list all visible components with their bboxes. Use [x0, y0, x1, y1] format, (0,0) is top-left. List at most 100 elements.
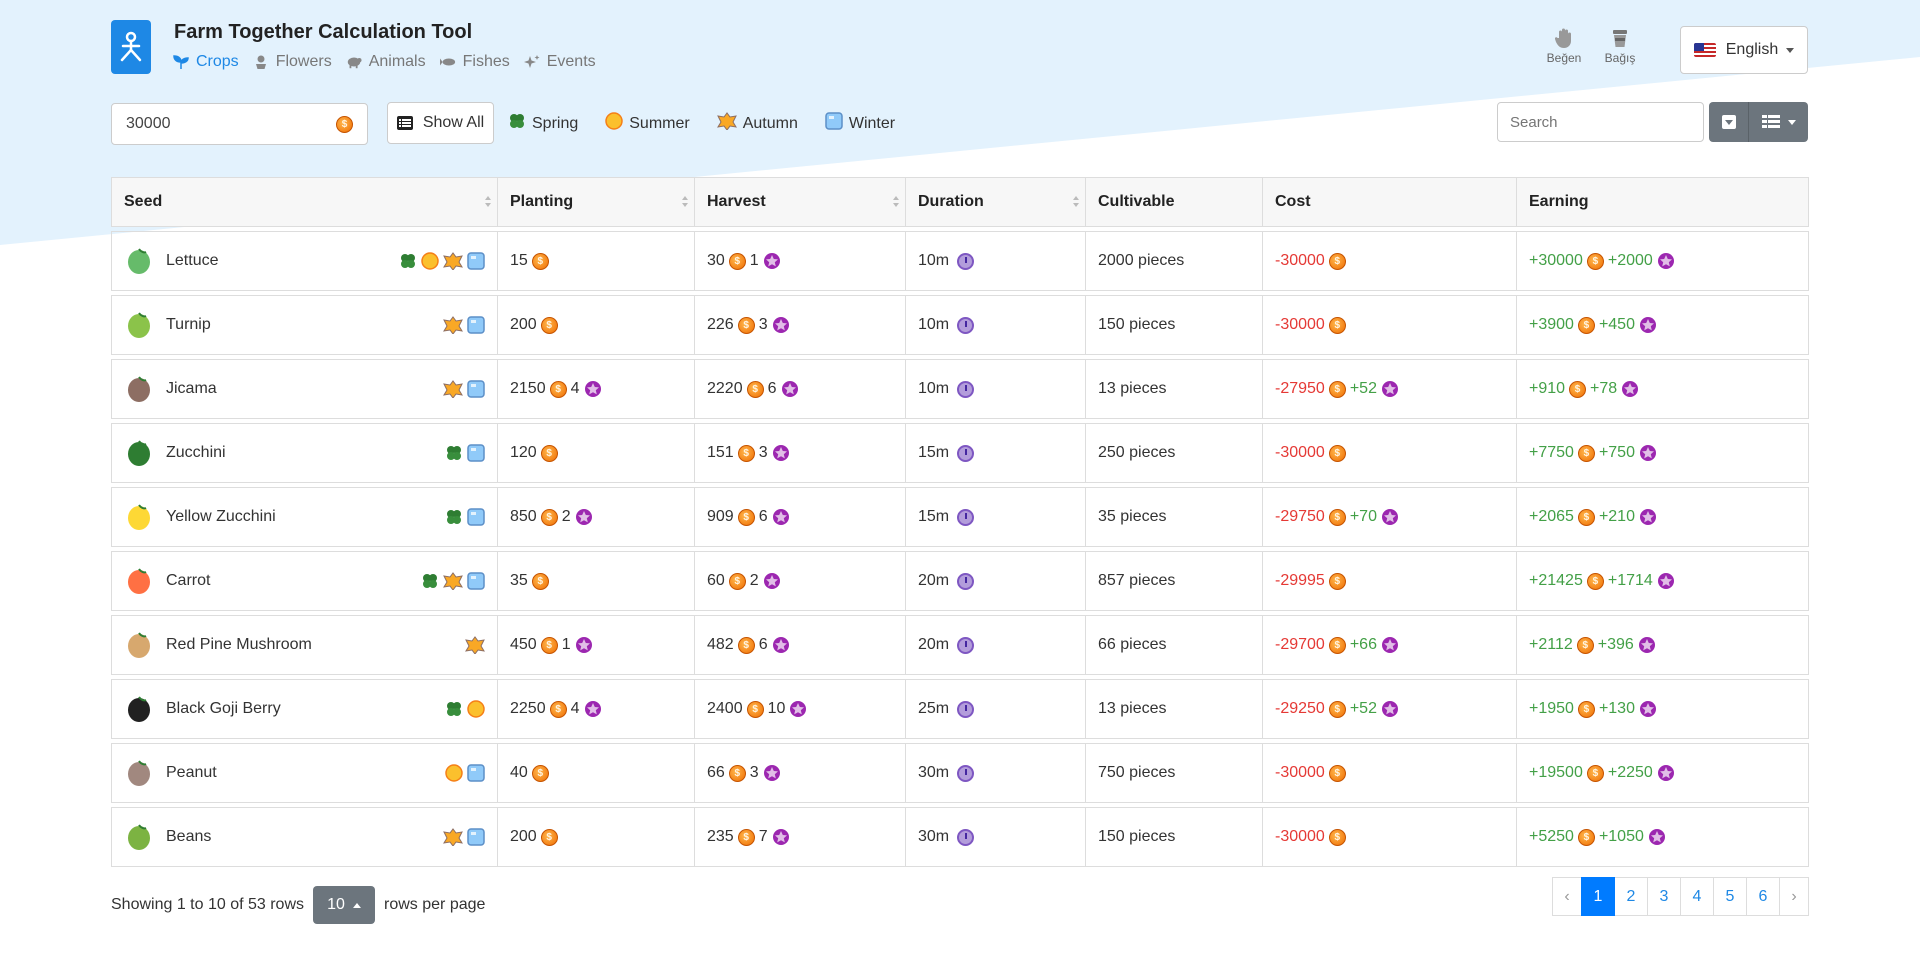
search-input[interactable]: [1497, 102, 1704, 142]
seed-image-icon: [124, 758, 154, 788]
page-button[interactable]: 6: [1746, 877, 1780, 916]
cultivable-cell: 13 pieces: [1086, 679, 1263, 739]
clock-icon: [957, 252, 975, 270]
nav-events[interactable]: Events: [523, 53, 596, 71]
nav-fishes[interactable]: Fishes: [439, 53, 510, 71]
header-planting[interactable]: Planting: [498, 177, 695, 227]
spring-clover-icon: [423, 574, 437, 588]
page-size-dropdown[interactable]: 10: [313, 886, 376, 924]
main-nav: Crops Flowers Animals Fishes Events: [173, 53, 610, 71]
cost-cell: -29700+66: [1263, 615, 1517, 675]
page-button[interactable]: 3: [1647, 877, 1681, 916]
gem-icon: [1648, 829, 1665, 845]
season-spring[interactable]: Spring: [508, 112, 578, 135]
duration-cell: 20m: [906, 551, 1086, 611]
spring-clover-icon: [401, 254, 415, 268]
gem-icon: [781, 381, 798, 397]
clock-icon: [957, 700, 975, 718]
gem-icon: [584, 701, 601, 717]
donate-button[interactable]: Bağış: [1600, 28, 1640, 65]
clock-icon: [957, 380, 975, 398]
season-winter[interactable]: Winter: [825, 112, 895, 135]
show-all-label: Show All: [422, 114, 485, 131]
coin-icon: [1328, 380, 1346, 398]
harvest-cell: 9096: [695, 487, 906, 547]
show-all-button[interactable]: Show All: [387, 102, 494, 144]
seed-cell: Red Pine Mushroom: [111, 615, 498, 675]
coin-icon: [728, 764, 746, 782]
season-icons: [421, 572, 485, 590]
coin-icon: [1328, 572, 1346, 590]
seed-cell: Black Goji Berry: [111, 679, 498, 739]
autumn-leaf-icon: [716, 112, 737, 135]
page-button[interactable]: 1: [1581, 877, 1615, 916]
like-label: Beğen: [1546, 51, 1582, 65]
pagination: ‹ 1 2 3 4 5 6 ›: [1552, 877, 1809, 916]
season-summer[interactable]: Summer: [605, 112, 690, 135]
nav-crops[interactable]: Crops: [173, 53, 239, 71]
season-icons: [445, 444, 485, 462]
coin-icon: [1328, 764, 1346, 782]
seed-image-icon: [124, 310, 154, 340]
cultivable-cell: 150 pieces: [1086, 807, 1263, 867]
cost-cell: -30000: [1263, 807, 1517, 867]
cost-cell: -27950+52: [1263, 359, 1517, 419]
seed-image-icon: [124, 822, 154, 852]
columns-dropdown-button[interactable]: [1749, 102, 1808, 142]
nav-animals[interactable]: Animals: [346, 53, 426, 71]
spring-clover-icon: [447, 446, 461, 460]
toolbar: 30000 Show All Spring Summer Autumn Wint…: [110, 90, 1810, 175]
season-icons: [445, 508, 485, 526]
toggle-detail-button[interactable]: [1709, 102, 1749, 142]
coin-icon: [1586, 572, 1604, 590]
header-cultivable: Cultivable: [1086, 177, 1263, 227]
winter-ice-icon: [467, 252, 485, 270]
prev-page-button[interactable]: ‹: [1552, 877, 1582, 916]
planting-cell: 15: [498, 231, 695, 291]
header-seed[interactable]: Seed: [111, 177, 498, 227]
coin-icon: [540, 444, 558, 462]
duration-cell: 15m: [906, 423, 1086, 483]
page-button[interactable]: 2: [1614, 877, 1648, 916]
gem-icon: [1657, 765, 1674, 781]
gem-icon: [772, 637, 789, 653]
table-row: Beans 200235730m150 pieces-30000+5250+105…: [111, 807, 1809, 867]
harvest-cell: 663: [695, 743, 906, 803]
coin-icon: [1577, 444, 1595, 462]
like-button[interactable]: Beğen: [1544, 28, 1584, 65]
next-page-button[interactable]: ›: [1779, 877, 1809, 916]
table-row: Carrot 3560220m857 pieces-29995+21425+171…: [111, 551, 1809, 611]
gem-icon: [1639, 701, 1656, 717]
clock-icon: [957, 316, 975, 334]
season-autumn[interactable]: Autumn: [716, 112, 798, 135]
coin-icon: [531, 764, 549, 782]
header-duration[interactable]: Duration: [906, 177, 1086, 227]
nav-flowers[interactable]: Flowers: [253, 53, 332, 71]
language-dropdown[interactable]: English: [1680, 26, 1808, 74]
seed-name: Peanut: [166, 764, 217, 781]
season-icons: [445, 764, 485, 782]
planting-cell: 21504: [498, 359, 695, 419]
coin-icon: [1328, 444, 1346, 462]
seed-cell: Yellow Zucchini: [111, 487, 498, 547]
earning-cell: +3900+450: [1517, 295, 1809, 355]
header-harvest[interactable]: Harvest: [695, 177, 906, 227]
page-button[interactable]: 5: [1713, 877, 1747, 916]
seed-image-icon: [124, 502, 154, 532]
spring-clover-icon: [447, 702, 461, 716]
seed-image-icon: [124, 694, 154, 724]
coin-icon: [737, 636, 755, 654]
season-label: Summer: [629, 114, 690, 132]
clock-icon: [957, 764, 975, 782]
logo-icon[interactable]: [111, 20, 151, 74]
coin-icon: [531, 252, 549, 270]
summer-sun-icon: [445, 764, 463, 782]
planting-cell: 40: [498, 743, 695, 803]
gem-icon: [1622, 381, 1639, 397]
amount-input[interactable]: 30000: [111, 103, 368, 145]
spring-clover-icon: [508, 112, 526, 135]
table-row: Peanut 4066330m750 pieces-30000+19500+225…: [111, 743, 1809, 803]
planting-cell: 8502: [498, 487, 695, 547]
page-button[interactable]: 4: [1680, 877, 1714, 916]
showing-text: Showing 1 to 10 of 53 rows: [111, 896, 305, 913]
